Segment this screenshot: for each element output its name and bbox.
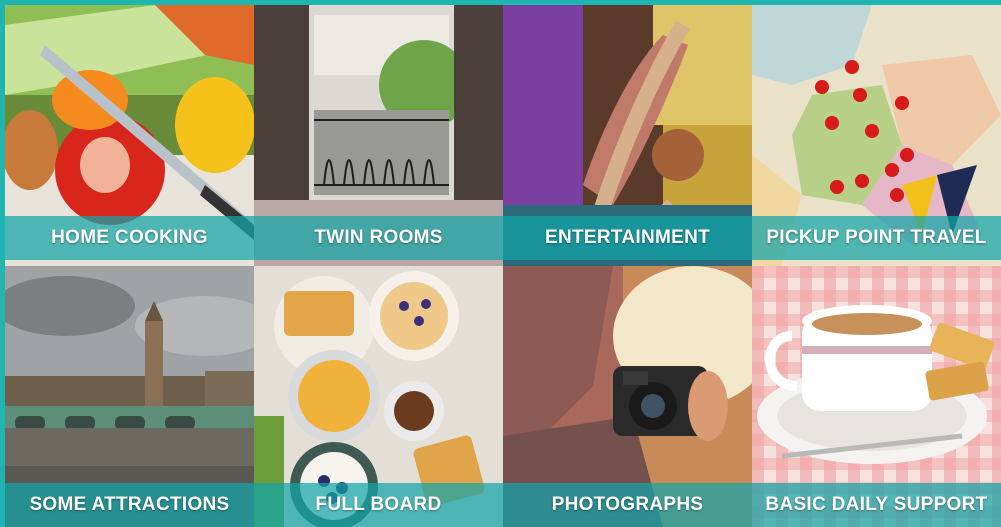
tile-home-cooking[interactable]: HOME COOKING <box>5 5 254 266</box>
tile-label: BASIC DAILY SUPPORT <box>752 483 1001 527</box>
services-grid: HOME COOKING TWIN ROOMS ENTERTAINMENT PI… <box>5 5 1001 527</box>
tile-entertainment[interactable]: ENTERTAINMENT <box>503 5 752 266</box>
tile-label: HOME COOKING <box>5 216 254 260</box>
tile-label: TWIN ROOMS <box>254 216 503 260</box>
tile-full-board[interactable]: FULL BOARD <box>254 266 503 527</box>
tile-pickup-point-travel[interactable]: PICKUP POINT TRAVEL <box>752 5 1001 266</box>
tile-twin-rooms[interactable]: TWIN ROOMS <box>254 5 503 266</box>
tile-basic-daily-support[interactable]: BASIC DAILY SUPPORT <box>752 266 1001 527</box>
tile-label: PHOTOGRAPHS <box>503 483 752 527</box>
tile-label: PICKUP POINT TRAVEL <box>752 216 1001 260</box>
tile-label: ENTERTAINMENT <box>503 216 752 260</box>
tile-photographs[interactable]: PHOTOGRAPHS <box>503 266 752 527</box>
tile-label: SOME ATTRACTIONS <box>5 483 254 527</box>
tile-some-attractions[interactable]: SOME ATTRACTIONS <box>5 266 254 527</box>
tile-label: FULL BOARD <box>254 483 503 527</box>
